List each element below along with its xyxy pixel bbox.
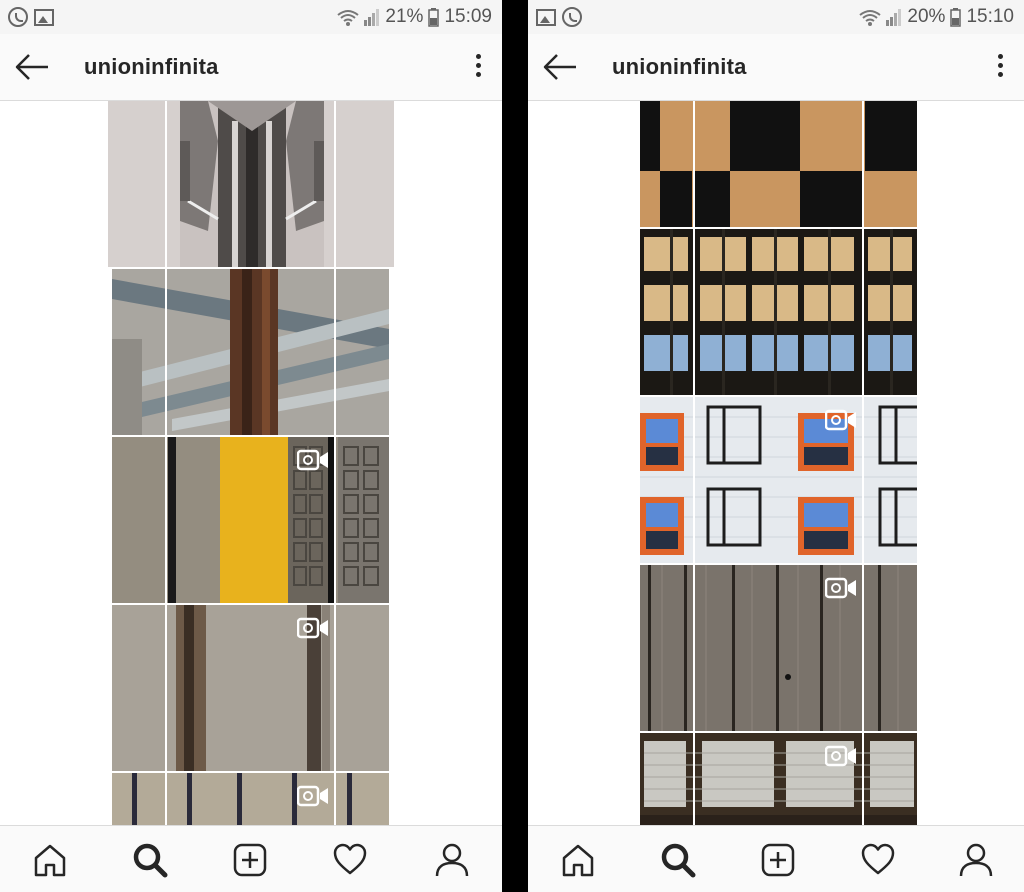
nav-activity-button[interactable] [860,842,896,878]
home-icon [562,844,594,877]
battery-percent: 20% [907,6,946,27]
nav-home-button[interactable] [32,842,68,878]
heart-icon [333,843,367,875]
nav-new-post-button[interactable] [232,842,268,878]
video-icon [297,449,328,471]
home-icon [34,844,66,877]
grid-post[interactable] [640,101,917,227]
battery-icon [428,7,440,27]
nav-new-post-button[interactable] [760,842,796,878]
more-options-button[interactable] [474,54,482,80]
heart-icon [861,843,895,875]
bottom-navigation [0,825,502,892]
grid-post[interactable] [112,773,389,826]
battery-percent: 21% [385,6,424,27]
profile-icon [959,843,993,877]
more-options-button[interactable] [996,54,1004,80]
app-bar: unioninfinita [0,34,502,101]
grid-post[interactable] [112,605,389,771]
grid-post[interactable] [640,733,917,826]
profile-username-title: unioninfinita [84,54,219,79]
search-icon [133,843,168,878]
grid-post[interactable] [640,229,917,395]
status-bar: 21% 15:09 [0,0,502,34]
nav-home-button[interactable] [560,842,596,878]
video-icon [825,409,856,431]
back-arrow-icon [15,54,48,80]
search-icon [661,843,696,878]
post-grid [0,101,502,826]
add-post-icon [761,843,795,877]
post-grid [528,101,1024,826]
wifi-icon [337,9,360,26]
battery-icon [950,7,962,27]
gallery-notification-icon [34,9,54,26]
phone-screen-1: 21% 15:09 unioninfinita [0,0,502,892]
gallery-notification-icon [536,9,556,26]
nav-profile-button[interactable] [434,842,470,878]
video-icon [825,745,856,767]
whatsapp-notification-icon [8,7,28,27]
nav-search-button[interactable] [132,842,168,878]
whatsapp-notification-icon [562,7,582,27]
nav-profile-button[interactable] [958,842,994,878]
add-post-icon [233,843,267,877]
grid-post[interactable] [640,565,917,731]
grid-post[interactable] [640,397,917,563]
status-bar: 20% 15:10 [528,0,1024,34]
clock: 15:10 [966,6,1014,27]
phone-screen-2: 20% 15:10 unioninfinita [528,0,1024,892]
bottom-navigation [528,825,1024,892]
app-bar: unioninfinita [528,34,1024,101]
signal-icon [364,8,380,26]
video-icon [297,785,328,807]
grid-post[interactable] [112,437,389,603]
wifi-icon [859,9,882,26]
grid-post[interactable] [112,269,389,435]
back-button[interactable] [14,52,50,82]
video-icon [825,577,856,599]
nav-activity-button[interactable] [332,842,368,878]
video-icon [297,617,328,639]
nav-search-button[interactable] [660,842,696,878]
clock: 15:09 [444,6,492,27]
signal-icon [886,8,902,26]
profile-icon [435,843,469,877]
grid-post[interactable] [108,101,394,267]
back-button[interactable] [542,52,578,82]
back-arrow-icon [543,54,576,80]
profile-username-title: unioninfinita [612,54,747,79]
